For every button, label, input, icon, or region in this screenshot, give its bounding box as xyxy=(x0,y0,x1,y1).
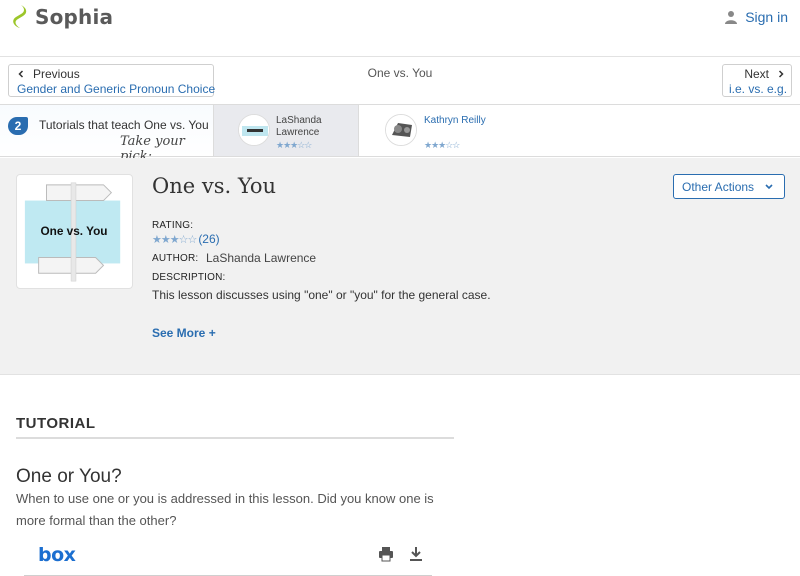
tutorial-count-badge: 2 xyxy=(8,117,28,135)
see-more-link[interactable]: See More + xyxy=(152,326,216,340)
brand-name: Sophia xyxy=(35,5,114,29)
tutorial-description: When to use one or you is addressed in t… xyxy=(16,491,434,528)
download-icon[interactable] xyxy=(408,546,424,562)
tutorial-section-divider xyxy=(16,437,454,439)
thumbnail-text: One vs. You xyxy=(41,225,108,238)
tutorial-card-kathryn[interactable]: Kathryn Reilly ★★★☆☆ xyxy=(360,105,800,156)
next-button[interactable]: Next i.e. vs. e.g. xyxy=(722,64,792,97)
tutorial-rating-stars: ★★★☆☆ xyxy=(424,140,460,150)
tutorial-section-heading: TUTORIAL xyxy=(16,415,96,432)
tutorials-count-panel: 2 Tutorials that teach One vs. You Take … xyxy=(0,105,214,164)
chevron-down-icon xyxy=(765,183,773,189)
lesson-thumbnail: One vs. You xyxy=(16,174,133,289)
tutorial-card-lashanda[interactable]: LaShanda Lawrence ★★★☆☆ xyxy=(214,105,359,156)
previous-lesson-link[interactable]: Gender and Generic Pronoun Choice xyxy=(17,82,215,96)
description-label: DESCRIPTION: xyxy=(152,272,226,283)
previous-button[interactable]: Previous Gender and Generic Pronoun Choi… xyxy=(8,64,215,97)
rating-label: RATING: xyxy=(152,220,194,231)
tutorials-bar: 2 Tutorials that teach One vs. You Take … xyxy=(0,104,800,164)
sophia-logo[interactable]: Sophia xyxy=(10,4,113,30)
next-label: Next xyxy=(744,67,769,81)
rating-stars: ★★★☆☆ xyxy=(152,233,197,246)
rating-row: ★★★☆☆ (26) xyxy=(152,232,220,246)
lesson-title: One vs. You xyxy=(152,174,277,198)
other-actions-button[interactable]: Other Actions xyxy=(673,174,785,199)
chevron-right-icon xyxy=(778,70,784,78)
tutorials-bar-text: Tutorials that teach One vs. You xyxy=(39,118,209,132)
box-logo: box xyxy=(38,544,76,566)
sophia-leaf-icon xyxy=(13,5,27,28)
tutorial-heading: One or You? xyxy=(16,466,122,487)
lesson-nav: Previous Gender and Generic Pronoun Choi… xyxy=(0,57,800,104)
author-name: LaShanda Lawrence xyxy=(206,251,317,265)
tutorial-author-last: Lawrence xyxy=(276,127,320,138)
lesson-description: This lesson discusses using "one" or "yo… xyxy=(152,288,491,302)
tutorial-author-first: LaShanda xyxy=(276,115,322,126)
author-label: AUTHOR: xyxy=(152,253,199,264)
tutorial-thumbnail xyxy=(238,114,270,146)
rating-count-link[interactable]: (26) xyxy=(198,232,219,246)
tutorial-thumbnail xyxy=(385,114,417,146)
next-lesson-link[interactable]: i.e. vs. e.g. xyxy=(729,82,787,96)
chevron-left-icon xyxy=(18,70,24,78)
other-actions-label: Other Actions xyxy=(682,179,755,194)
current-lesson-title: One vs. You xyxy=(367,66,433,80)
user-icon xyxy=(725,11,738,24)
site-header: Sophia Sign in xyxy=(0,0,800,38)
signin-link[interactable]: Sign in xyxy=(724,9,788,25)
tutorial-rating-stars: ★★★☆☆ xyxy=(276,140,312,150)
tutorial-author-name: Kathryn Reilly xyxy=(424,115,486,126)
previous-label: Previous xyxy=(33,67,80,81)
signin-label: Sign in xyxy=(745,9,788,25)
lesson-panel: One vs. You One vs. You Other Actions RA… xyxy=(0,158,800,375)
box-embed-toolbar: box xyxy=(24,540,432,576)
print-icon[interactable] xyxy=(378,546,394,562)
